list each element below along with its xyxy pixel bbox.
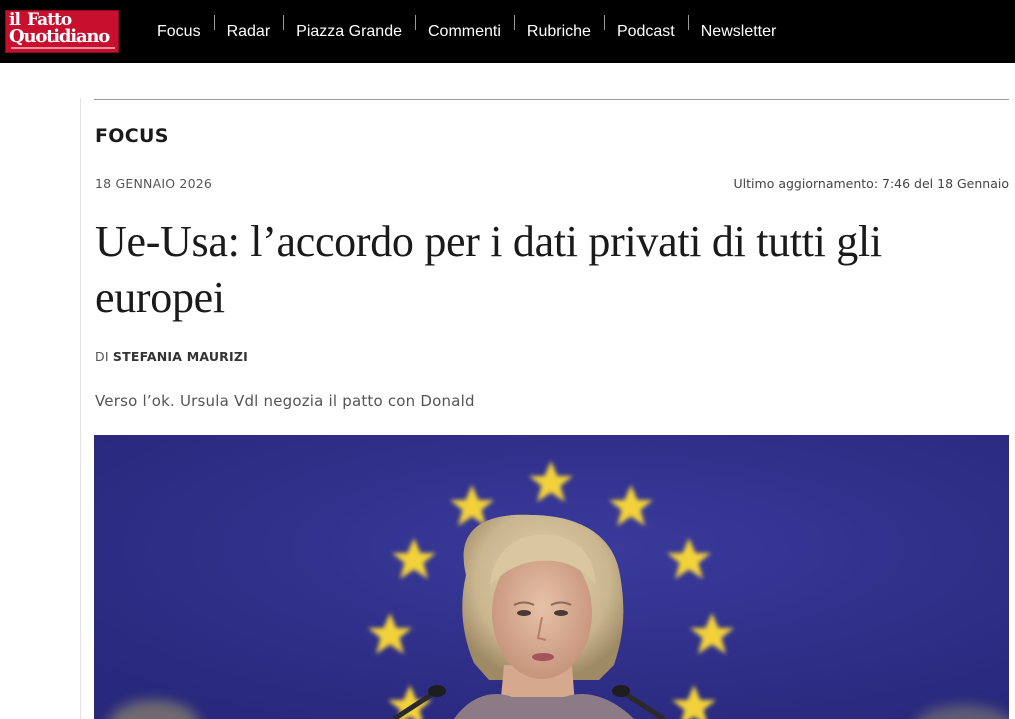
byline-prefix: DI <box>95 349 109 364</box>
article-top-divider <box>94 99 1009 100</box>
logo-text-quotidiano: Quotidiano <box>9 26 110 47</box>
nav-item-commenti[interactable]: Commenti <box>415 14 514 41</box>
last-updated: Ultimo aggiornamento: 7:46 del 18 Gennai… <box>733 176 1009 191</box>
nav-item-podcast[interactable]: Podcast <box>603 14 688 41</box>
hero-image <box>94 435 1009 719</box>
nav-item-focus[interactable]: Focus <box>145 23 214 41</box>
nav-item-newsletter[interactable]: Newsletter <box>687 14 790 41</box>
speaker-eye-right <box>554 610 568 616</box>
logo-tagline-bar <box>11 47 115 49</box>
article-subtitle: Verso l’ok. Ursula Vdl negozia il patto … <box>95 392 475 410</box>
speaker-eye-left <box>517 610 531 616</box>
column-divider <box>80 98 81 719</box>
article-title: Ue-Usa: l’accordo per i dati privati di … <box>95 217 882 322</box>
publish-date: 18 GENNAIO 2026 <box>95 176 213 191</box>
author-link[interactable]: STEFANIA MAURIZI <box>113 349 248 364</box>
main-nav: Focus Radar Piazza Grande Commenti Rubri… <box>145 0 789 63</box>
nav-item-piazza-grande[interactable]: Piazza Grande <box>283 14 415 41</box>
hero-photo-illustration <box>94 435 1009 719</box>
nav-item-rubriche[interactable]: Rubriche <box>513 14 604 41</box>
speaker-mouth <box>532 653 554 661</box>
byline: DI STEFANIA MAURIZI <box>95 349 248 364</box>
site-logo[interactable]: il Fatto Quotidiano <box>5 10 119 53</box>
top-navigation-bar: il Fatto Quotidiano Focus Radar Piazza G… <box>0 0 1015 63</box>
nav-item-radar[interactable]: Radar <box>213 14 284 41</box>
section-label[interactable]: FOCUS <box>95 125 169 147</box>
